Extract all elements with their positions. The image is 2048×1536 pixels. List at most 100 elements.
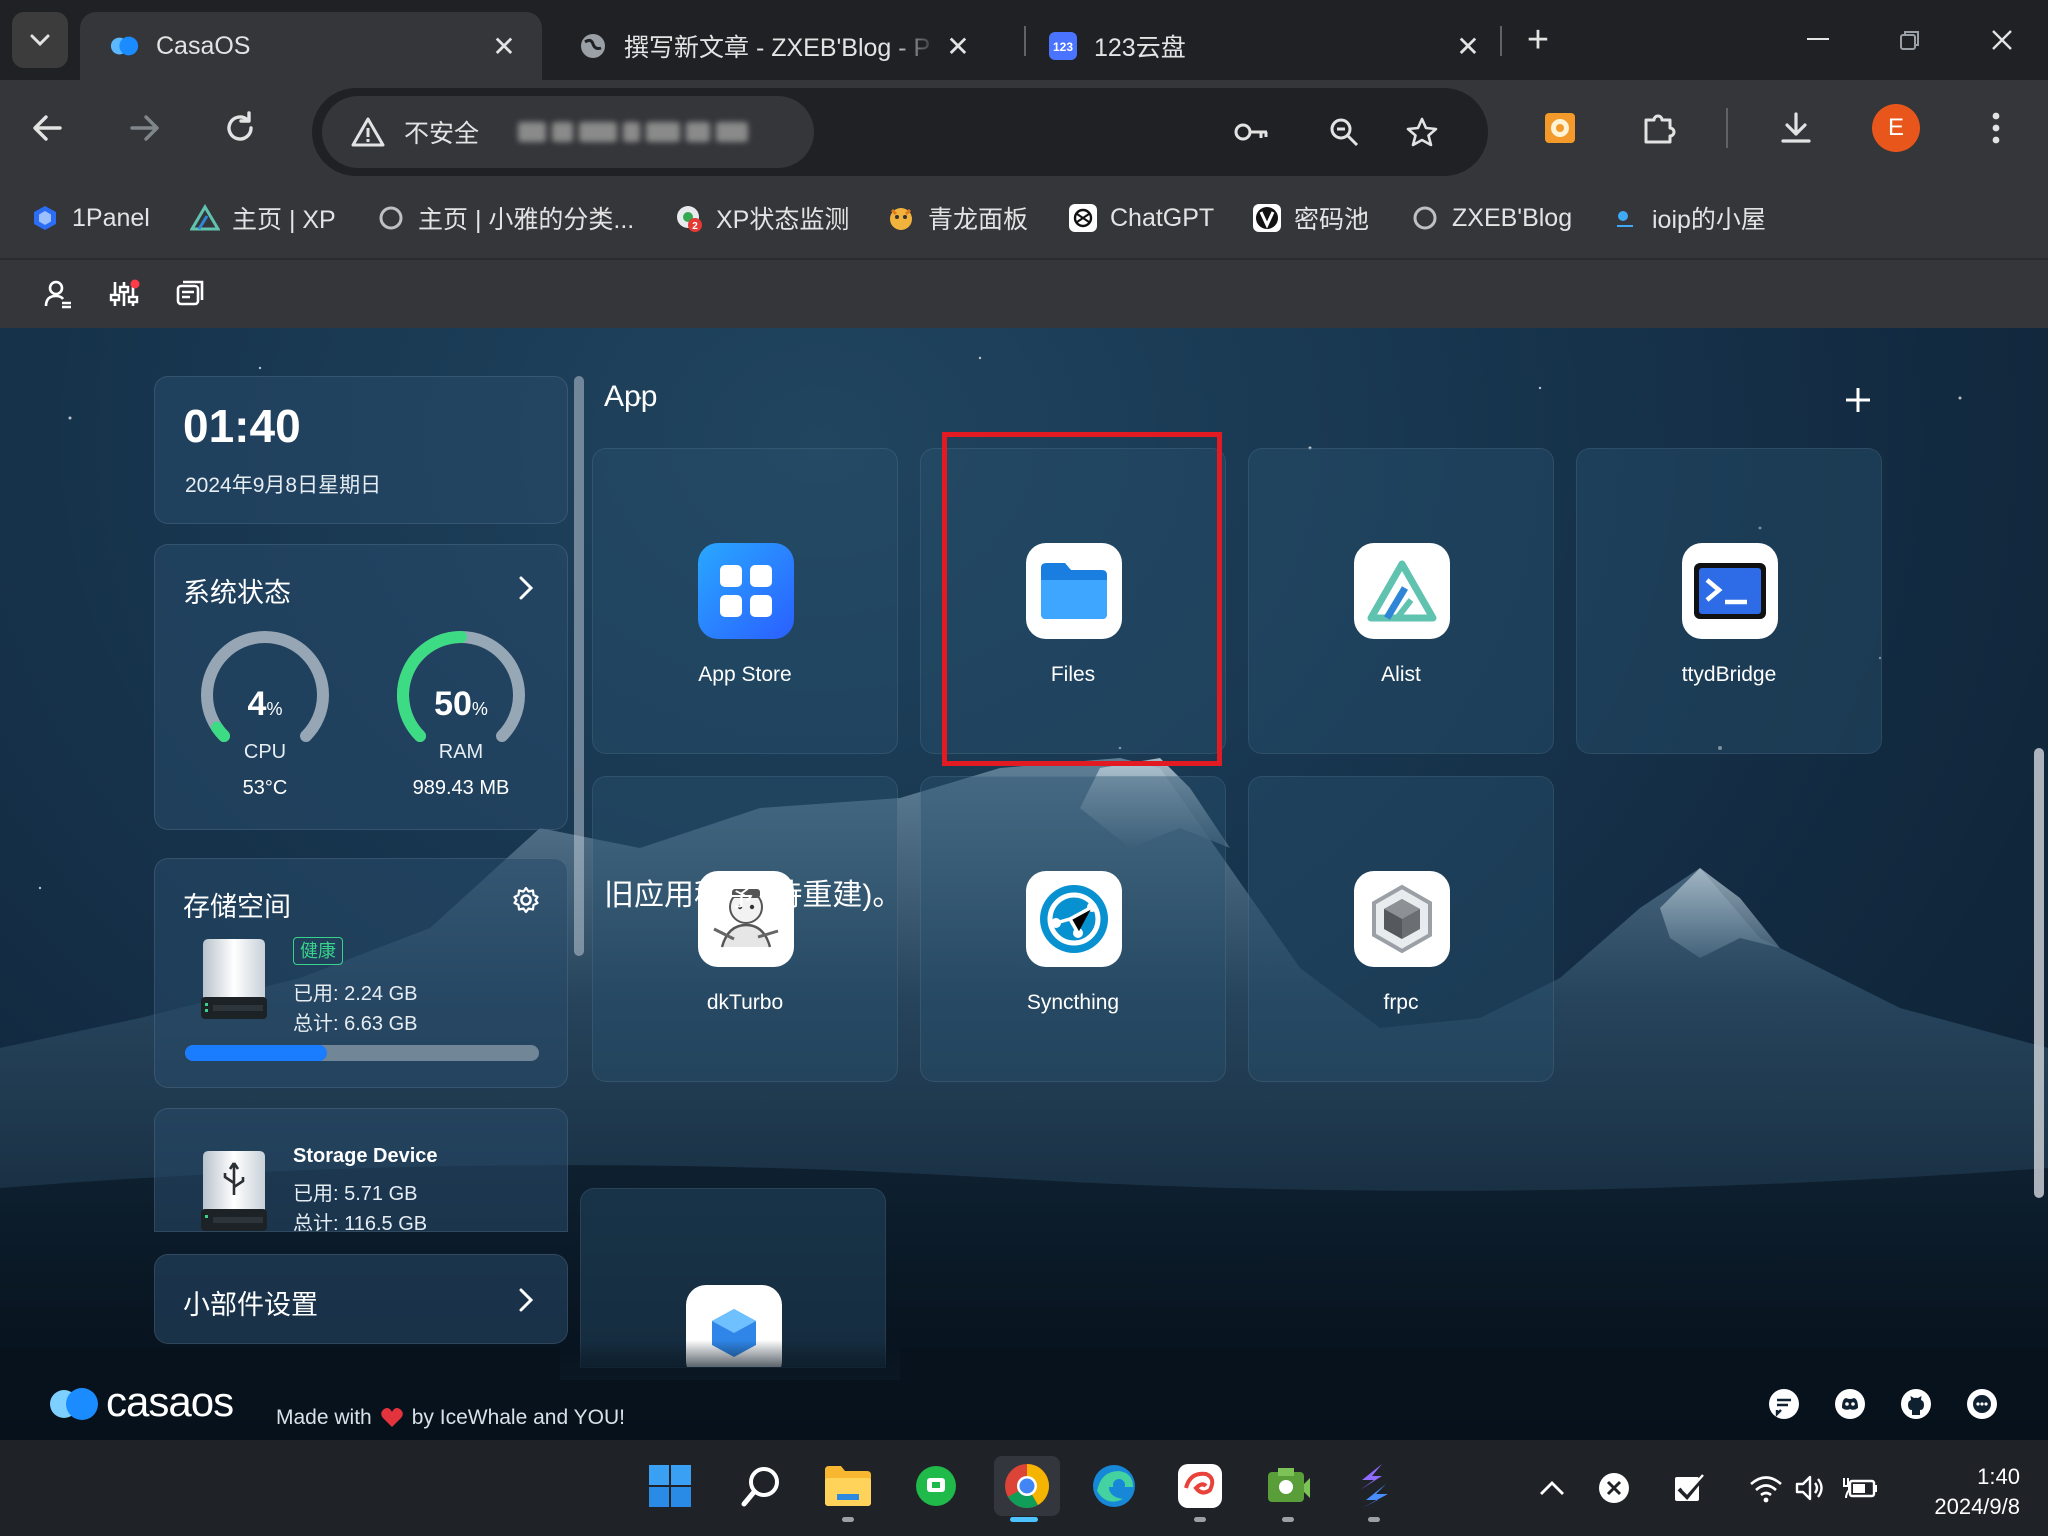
storage-progress-fill	[185, 1045, 327, 1061]
equalizer-settings-icon[interactable]	[106, 276, 142, 312]
bookmark-zxeb-blog[interactable]: ZXEB'Blog	[1410, 196, 1572, 240]
bookmark-qinglong[interactable]: 青龙面板	[886, 196, 1028, 240]
app-tile-dkturbo[interactable]: dkTurbo	[592, 776, 898, 1082]
apps-section-title: App	[604, 380, 658, 413]
app-tile-ttydbridge[interactable]: ttydBridge	[1576, 448, 1882, 754]
volume-icon[interactable]	[1792, 1470, 1828, 1506]
syncthing-icon	[1026, 871, 1122, 967]
reload-button[interactable]	[214, 102, 266, 154]
chevron-up-icon	[1540, 1481, 1564, 1495]
terminal-log-icon[interactable]	[172, 276, 208, 312]
minimize-button[interactable]	[1792, 16, 1844, 64]
casaos-desktop: 01:40 2024年9月8日星期日 系统状态 4% CPU 53°C 50% …	[0, 328, 2048, 1440]
taskbar-time: 1:40	[1977, 1464, 2020, 1489]
running-indicator	[1282, 1517, 1294, 1522]
toolbar-divider	[1726, 108, 1728, 148]
bookmark-xp[interactable]: 主页 | XP	[190, 196, 336, 240]
app-tile-syncthing[interactable]: Syncthing	[920, 776, 1226, 1082]
start-button[interactable]	[640, 1456, 700, 1516]
cube-icon	[1354, 871, 1450, 967]
taskbar-wechat[interactable]	[906, 1456, 966, 1516]
user-settings-icon[interactable]	[40, 276, 76, 312]
tab-close-icon[interactable]: ✕	[1448, 26, 1488, 66]
widgets-scrollbar[interactable]	[574, 376, 584, 956]
back-button[interactable]	[22, 102, 74, 154]
bookmark-vault[interactable]: 密码池	[1252, 196, 1369, 240]
taskbar-chrome[interactable]	[994, 1456, 1060, 1522]
taskbar-edge[interactable]	[1084, 1456, 1144, 1516]
close-window-button[interactable]	[1976, 16, 2028, 64]
tab-close-icon[interactable]: ✕	[484, 26, 524, 66]
extensions-puzzle-icon[interactable]	[1634, 102, 1686, 154]
taskbar-app-red[interactable]	[1170, 1456, 1230, 1522]
tray-app-x-icon[interactable]	[1596, 1470, 1632, 1506]
tab-divider	[1024, 26, 1026, 56]
wifi-icon[interactable]	[1748, 1470, 1784, 1506]
chevron-right-icon[interactable]	[511, 573, 541, 603]
show-hidden-icons-button[interactable]	[1534, 1470, 1570, 1506]
storage-device-title: Storage Device	[293, 1145, 438, 1167]
taskbar-clock[interactable]: 1:40 2024/9/8	[1900, 1462, 2020, 1522]
tab-casaos[interactable]: CasaOS ✕	[80, 12, 542, 80]
discord-icon[interactable]	[1832, 1386, 1868, 1422]
running-indicator	[1010, 1517, 1038, 1522]
casaos-topbar	[0, 260, 2048, 328]
github-icon[interactable]	[1898, 1386, 1934, 1422]
status-badge: 健康	[293, 937, 343, 965]
bookmark-star-icon[interactable]	[1400, 110, 1444, 154]
footer-by: by IceWhale and YOU!	[411, 1406, 625, 1429]
add-app-button[interactable]	[1838, 380, 1878, 420]
app-name: App Store	[698, 663, 792, 686]
windows-taskbar: 1:40 2024/9/8	[0, 1440, 2048, 1536]
forward-button[interactable]	[118, 102, 170, 154]
app-tile-alist[interactable]: Alist	[1248, 448, 1554, 754]
taskbar-app-green[interactable]	[1258, 1456, 1318, 1522]
chat-icon[interactable]	[1964, 1386, 2000, 1422]
password-key-icon[interactable]	[1230, 110, 1274, 154]
extension-app-icon[interactable]	[1534, 102, 1586, 154]
ram-percent: 50%	[434, 685, 488, 723]
tab-search-button[interactable]	[12, 12, 68, 68]
tab-close-icon[interactable]: ✕	[938, 26, 978, 66]
vault-icon	[1252, 203, 1282, 233]
storage-device-widget: Storage Device 已用: 5.71 GB 总计: 116.5 GB	[154, 1108, 568, 1232]
widget-settings-title: 小部件设置	[183, 1290, 318, 1320]
storage-device-used: 已用: 5.71 GB	[293, 1183, 418, 1205]
tray-check-icon[interactable]	[1672, 1470, 1708, 1506]
app-tile-appstore[interactable]: App Store	[592, 448, 898, 754]
taskbar-date: 2024/9/8	[1934, 1494, 2020, 1519]
bookmark-label: 主页 | 小雅的分类...	[418, 206, 635, 234]
gear-icon[interactable]	[511, 885, 541, 915]
taskbar-search-button[interactable]	[732, 1456, 792, 1516]
widget-settings[interactable]: 小部件设置	[154, 1254, 568, 1344]
bookmark-1panel[interactable]: 1Panel	[30, 196, 150, 240]
battery-charging-icon[interactable]	[1842, 1470, 1878, 1506]
app-name: Syncthing	[1026, 991, 1120, 1014]
bookmark-xp-monitor[interactable]: 2 XP状态监测	[674, 196, 849, 240]
bolt-app-icon	[1360, 1464, 1388, 1508]
chevron-right-icon[interactable]	[511, 1285, 541, 1315]
ioip-icon	[1610, 203, 1640, 233]
appstore-icon	[698, 543, 794, 639]
page-scrollbar[interactable]	[2034, 748, 2044, 1198]
app-name: Alist	[1381, 663, 1421, 686]
casaos-footer-logo[interactable]: casaos	[48, 1378, 234, 1426]
taskbar-file-explorer[interactable]	[818, 1456, 878, 1522]
more-menu-icon[interactable]	[1970, 102, 2022, 154]
feedback-icon[interactable]	[1766, 1386, 1802, 1422]
app-tile-frpc[interactable]: frpc	[1248, 776, 1554, 1082]
app-name: frpc	[1383, 991, 1419, 1014]
restore-button[interactable]	[1884, 16, 1936, 64]
bookmark-chatgpt[interactable]: ChatGPT	[1068, 196, 1214, 240]
bookmark-xiaoya[interactable]: 主页 | 小雅的分类...	[376, 196, 634, 240]
new-tab-button[interactable]: +	[1516, 18, 1560, 62]
address-bar[interactable]: 不安全	[312, 88, 1488, 176]
taskbar-app-bolt[interactable]	[1344, 1456, 1404, 1522]
zoom-icon[interactable]	[1322, 110, 1366, 154]
tab-123pan[interactable]: 123 123云盘 ✕	[1032, 12, 1506, 80]
tab-blog[interactable]: 撰写新文章 - ZXEB'Blog - P ✕	[548, 12, 996, 80]
downloads-icon[interactable]	[1770, 102, 1822, 154]
profile-avatar[interactable]: E	[1872, 104, 1920, 152]
bookmark-ioip[interactable]: ioip的小屋	[1610, 196, 1766, 240]
bookmark-label: XP状态监测	[716, 206, 850, 234]
